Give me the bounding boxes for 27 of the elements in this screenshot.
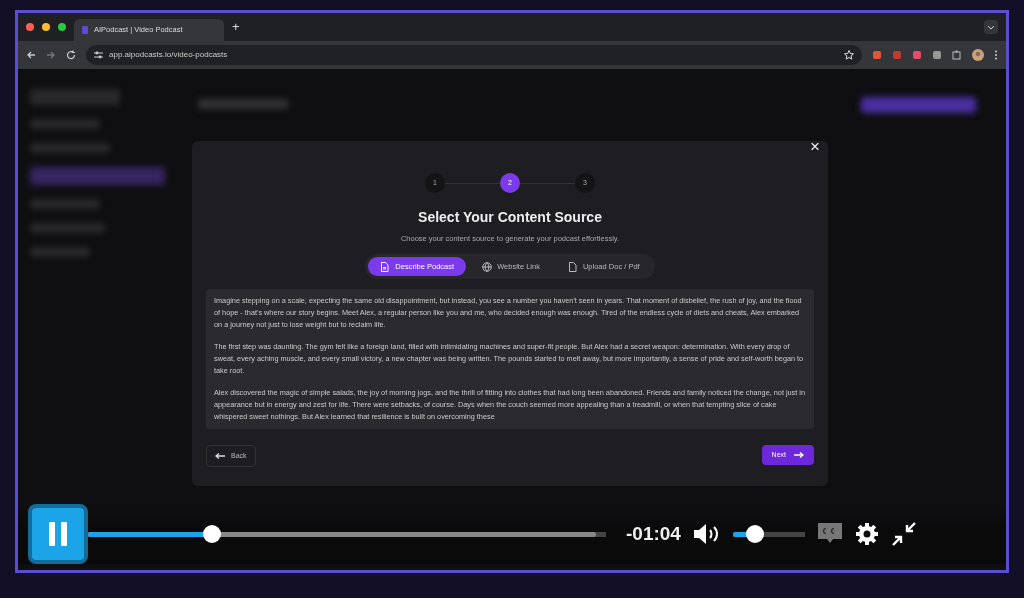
exit-fullscreen-icon[interactable]: [890, 521, 917, 547]
avatar-icon[interactable]: [972, 49, 984, 61]
new-tab-button[interactable]: +: [232, 17, 240, 37]
volume-icon[interactable]: [692, 523, 721, 545]
site-settings-icon[interactable]: [94, 51, 103, 59]
star-icon[interactable]: [844, 50, 854, 60]
reload-icon[interactable]: [66, 50, 76, 60]
puzzle-icon[interactable]: [952, 50, 962, 60]
settings-icon[interactable]: [854, 522, 879, 546]
back-arrow-icon[interactable]: [26, 50, 36, 60]
pause-button[interactable]: [28, 504, 88, 564]
more-menu-icon[interactable]: [994, 50, 998, 60]
file-icon: [567, 261, 578, 272]
globe-icon: [482, 261, 493, 272]
slider-thumb[interactable]: [203, 525, 222, 543]
document-icon: [380, 261, 391, 272]
chevron-down-icon[interactable]: [984, 20, 998, 34]
time-remaining: -01:04: [626, 521, 681, 546]
close-button[interactable]: ×: [804, 137, 826, 156]
address-bar[interactable]: app.aipodcasts.io/video-podcasts: [86, 45, 862, 65]
favicon-icon: [82, 26, 88, 34]
pause-icon: [48, 522, 68, 546]
slider-thumb[interactable]: [745, 525, 764, 543]
forward-arrow-icon[interactable]: [46, 50, 56, 60]
arrow-right-icon: [794, 452, 804, 459]
arrow-left-icon: [215, 453, 225, 460]
modal-title: Select Your Content Source: [418, 208, 602, 227]
